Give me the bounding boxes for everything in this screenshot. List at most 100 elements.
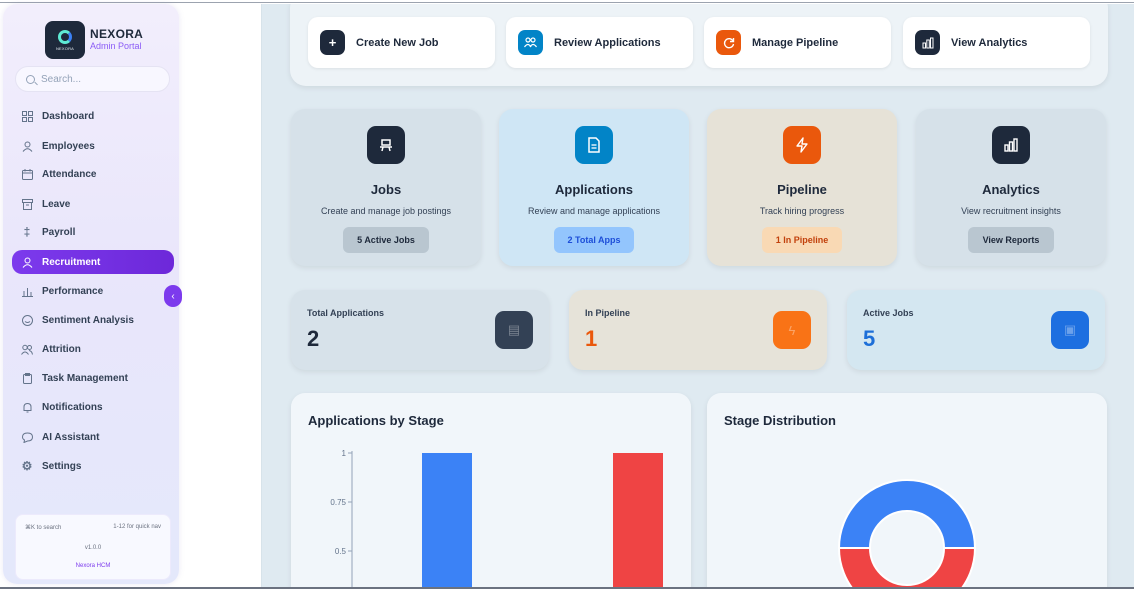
document-icon xyxy=(575,126,613,164)
active-jobs-badge-button[interactable]: 5 Active Jobs xyxy=(343,227,429,253)
sidebar-item-payroll[interactable]: ‡ Payroll xyxy=(12,220,174,244)
card-description: Review and manage applications xyxy=(527,206,661,216)
sidebar-item-label: Notifications xyxy=(42,401,103,413)
sidebar-item-label: AI Assistant xyxy=(42,431,100,443)
sidebar-item-label: Attrition xyxy=(42,343,81,355)
quick-action-label: View Analytics xyxy=(951,36,1028,49)
archive-icon xyxy=(21,198,33,210)
card-description: Create and manage job postings xyxy=(320,206,452,216)
sidebar-item-employees[interactable]: Employees xyxy=(12,134,174,158)
total-applications-stat: Total Applications 2 ▤ xyxy=(291,290,549,370)
sidebar-item-recruitment[interactable]: Recruitment xyxy=(12,250,174,274)
briefcase-icon: ▣ xyxy=(1051,311,1089,349)
bar xyxy=(613,453,663,587)
chat-icon xyxy=(21,431,33,443)
applications-card[interactable]: Applications Review and manage applicati… xyxy=(499,109,689,266)
gear-icon: ⚙ xyxy=(21,459,33,473)
review-applications-button[interactable]: Review Applications xyxy=(506,17,693,68)
sidebar-item-label: Sentiment Analysis xyxy=(42,314,134,326)
plus-icon: + xyxy=(320,30,345,55)
stat-label: Active Jobs xyxy=(863,308,914,318)
sidebar-item-performance[interactable]: Performance xyxy=(12,279,174,303)
analytics-card[interactable]: Analytics View recruitment insights View… xyxy=(916,109,1106,266)
quick-actions-panel: + Create New Job Review Applications Man… xyxy=(290,4,1108,86)
card-description: Track hiring progress xyxy=(759,206,845,216)
card-title: Applications xyxy=(554,182,633,197)
window-top-edge xyxy=(0,0,1134,3)
users-icon xyxy=(21,343,33,355)
pie-slice xyxy=(837,479,977,549)
nexora-logo: NEXORA xyxy=(45,21,85,59)
product-label: Nexora HCM xyxy=(75,563,111,569)
search-placeholder: Search... xyxy=(41,73,82,85)
chart-icon xyxy=(915,30,940,55)
stat-value: 2 xyxy=(307,326,320,351)
sidebar-item-notifications[interactable]: Notifications xyxy=(12,395,174,419)
clipboard-icon xyxy=(21,372,33,384)
sidebar-item-leave[interactable]: Leave xyxy=(12,192,174,216)
sidebar-footer: ⌘K to search 1-12 for quick nav v1.0.0 N… xyxy=(15,514,171,580)
total-apps-badge-button[interactable]: 2 Total Apps xyxy=(554,227,634,253)
chart-icon xyxy=(992,126,1030,164)
stat-value: 5 xyxy=(863,326,876,351)
shortcut-nav-hint: 1-12 for quick nav xyxy=(113,524,161,530)
quick-action-label: Manage Pipeline xyxy=(752,36,839,49)
pie-slice xyxy=(837,547,977,587)
sidebar-item-label: Settings xyxy=(42,460,82,472)
stat-label: In Pipeline xyxy=(585,308,631,318)
shortcut-search-hint: ⌘K to search xyxy=(25,525,62,531)
version-label: v1.0.0 xyxy=(84,545,102,551)
view-analytics-button[interactable]: View Analytics xyxy=(903,17,1090,68)
people-icon xyxy=(518,30,543,55)
pipeline-card[interactable]: Pipeline Track hiring progress 1 In Pipe… xyxy=(707,109,897,266)
quick-action-label: Review Applications xyxy=(554,36,661,49)
bolt-icon xyxy=(783,126,821,164)
stat-value: 1 xyxy=(585,326,598,351)
logo-ring-icon xyxy=(58,29,72,44)
sidebar-item-attendance[interactable]: Attendance xyxy=(12,162,174,186)
sidebar-item-label: Attendance xyxy=(42,168,97,180)
bell-icon xyxy=(21,401,33,413)
main-content: + Create New Job Review Applications Man… xyxy=(261,4,1134,587)
in-pipeline-badge-button[interactable]: 1 In Pipeline xyxy=(762,227,842,253)
stage-distribution-card: Stage Distribution xyxy=(707,393,1107,587)
sidebar-item-ai-assistant[interactable]: AI Assistant xyxy=(12,425,174,449)
grid-icon xyxy=(21,110,33,122)
search-input[interactable]: Search... xyxy=(15,66,170,92)
calendar-icon xyxy=(21,168,33,180)
sidebar-item-dashboard[interactable]: Dashboard xyxy=(12,104,174,128)
sidebar-item-label: Payroll xyxy=(42,226,76,238)
applications-by-stage-chart: 1 0.75 0.5 xyxy=(330,449,663,587)
y-tick-label: 0.75 xyxy=(330,498,346,507)
sidebar: NEXORA NEXORA Admin Portal Search... Das… xyxy=(3,4,179,584)
view-reports-button[interactable]: View Reports xyxy=(968,227,1054,253)
search-icon xyxy=(26,74,35,84)
active-jobs-stat: Active Jobs 5 ▣ xyxy=(847,290,1105,370)
chevron-left-icon: ‹ xyxy=(171,290,175,302)
sidebar-item-label: Task Management xyxy=(42,372,128,384)
collapse-sidebar-button[interactable]: ‹ xyxy=(164,285,182,307)
y-tick-label: 1 xyxy=(342,449,347,458)
logo-text: NEXORA xyxy=(55,45,75,51)
stage-distribution-chart xyxy=(837,479,977,587)
jobs-card[interactable]: Jobs Create and manage job postings 5 Ac… xyxy=(291,109,481,266)
bar-icon xyxy=(21,285,33,297)
sidebar-item-sentiment-analysis[interactable]: Sentiment Analysis xyxy=(12,308,174,332)
smile-icon xyxy=(21,314,33,326)
brand-name: NEXORA xyxy=(90,27,144,41)
user-icon xyxy=(21,140,33,152)
refresh-icon xyxy=(716,30,741,55)
user-icon xyxy=(21,256,33,268)
bar xyxy=(422,453,472,587)
card-description: View recruitment insights xyxy=(961,206,1061,216)
manage-pipeline-button[interactable]: Manage Pipeline xyxy=(704,17,891,68)
brand-subtitle: Admin Portal xyxy=(90,41,142,51)
create-new-job-button[interactable]: + Create New Job xyxy=(308,17,495,68)
sidebar-item-attrition[interactable]: Attrition xyxy=(12,337,174,361)
sidebar-item-label: Performance xyxy=(42,285,104,297)
dollar-icon: ‡ xyxy=(23,225,31,239)
card-title: Jobs xyxy=(370,182,402,197)
sidebar-item-settings[interactable]: ⚙ Settings xyxy=(12,454,174,478)
stat-label: Total Applications xyxy=(307,308,385,318)
sidebar-item-task-management[interactable]: Task Management xyxy=(12,366,174,390)
